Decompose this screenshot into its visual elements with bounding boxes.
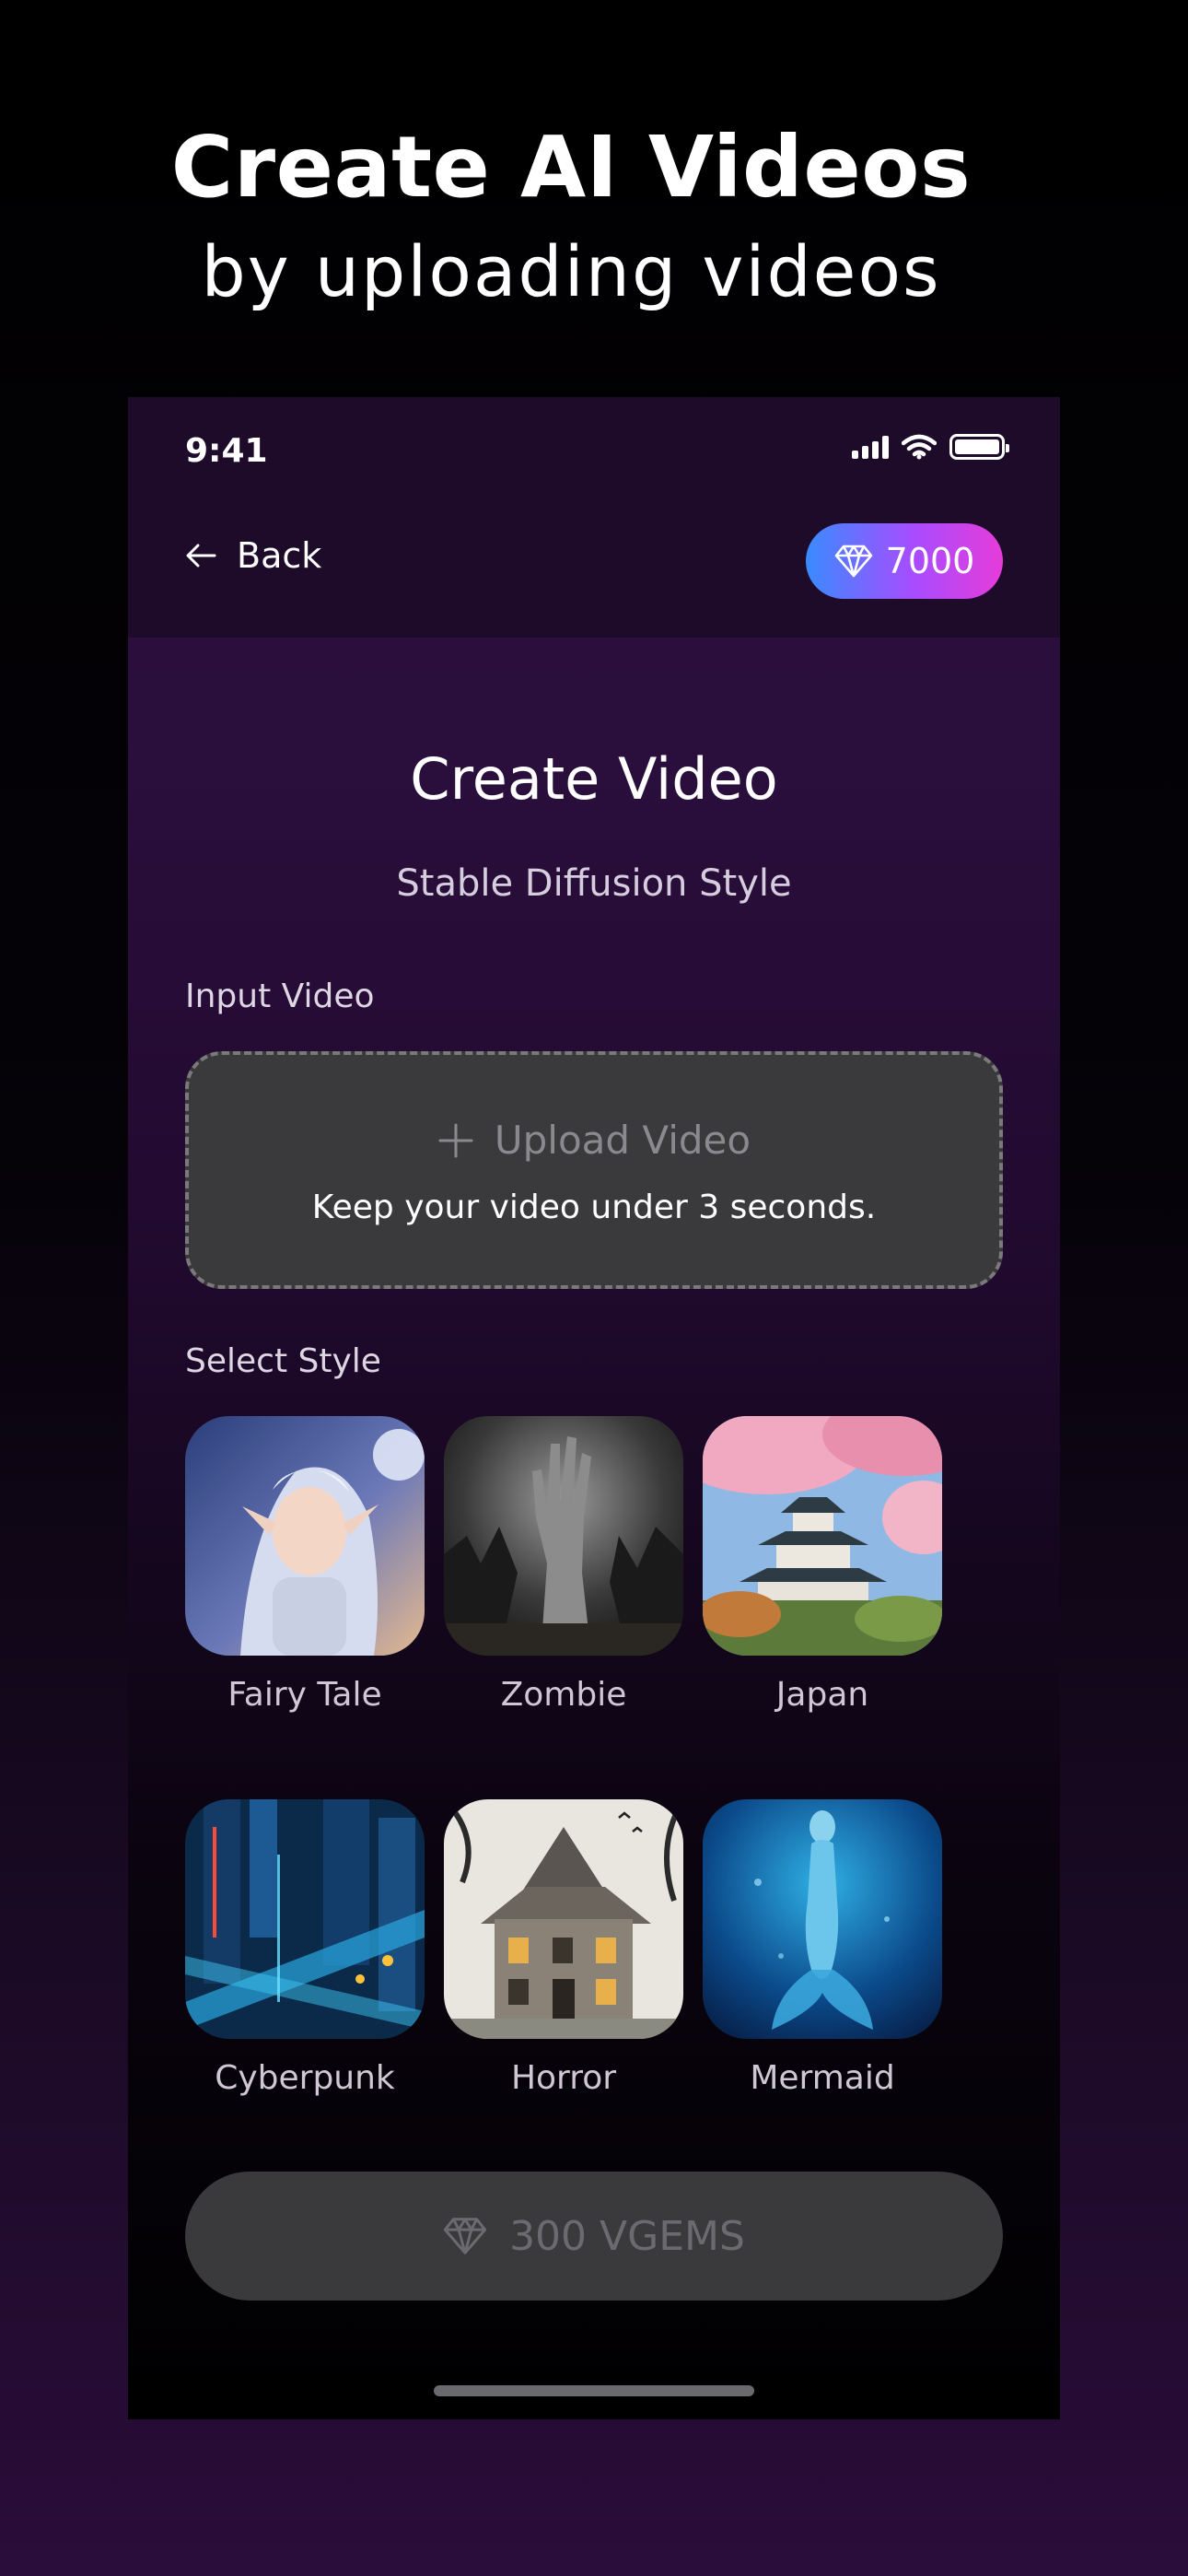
style-label: Zombie	[500, 1676, 627, 1714]
promo-subtitle: by uploading videos	[201, 230, 941, 312]
style-card-mermaid[interactable]: Mermaid	[703, 1799, 942, 2097]
style-label: Japan	[775, 1676, 869, 1714]
style-label: Horror	[510, 2059, 617, 2097]
plus-icon	[438, 1123, 473, 1157]
status-icons	[852, 434, 1009, 460]
input-video-label: Input Video	[185, 978, 375, 1015]
status-time: 9:41	[185, 432, 268, 470]
wifi-icon	[902, 434, 937, 460]
page-subtitle: Stable Diffusion Style	[396, 862, 792, 905]
back-button[interactable]: Back	[185, 535, 321, 576]
diamond-icon	[443, 2218, 487, 2254]
home-indicator[interactable]	[434, 2385, 754, 2396]
upload-video-dropzone[interactable]: Upload Video Keep your video under 3 sec…	[185, 1051, 1003, 1289]
promo-title: Create AI Videos	[170, 118, 972, 217]
style-label: Fairy Tale	[227, 1676, 382, 1714]
cellular-signal-icon	[852, 435, 889, 459]
style-label: Mermaid	[750, 2059, 895, 2097]
upload-video-button[interactable]: Upload Video	[189, 1118, 999, 1163]
arrow-left-icon	[186, 544, 216, 568]
style-card-fairy-tale[interactable]: Fairy Tale	[185, 1416, 425, 1714]
back-label: Back	[237, 535, 322, 576]
gems-balance-value: 7000	[885, 541, 975, 581]
style-thumbnail-horror	[444, 1799, 683, 2039]
select-style-label: Select Style	[185, 1342, 381, 1380]
style-label: Cyberpunk	[215, 2059, 395, 2097]
style-thumbnail-mermaid	[703, 1799, 942, 2039]
style-thumbnail-fairy-tale	[185, 1416, 425, 1656]
upload-video-label: Upload Video	[494, 1118, 751, 1163]
style-thumbnail-japan	[703, 1416, 942, 1656]
style-thumbnail-zombie	[444, 1416, 683, 1656]
gems-balance-badge[interactable]: 7000	[806, 523, 1003, 599]
battery-icon	[949, 434, 1009, 460]
diamond-icon	[834, 544, 872, 578]
generate-button-label: 300 VGEMS	[509, 2212, 745, 2260]
style-card-japan[interactable]: Japan	[703, 1416, 942, 1714]
style-card-cyberpunk[interactable]: Cyberpunk	[185, 1799, 425, 2097]
style-thumbnail-cyberpunk	[185, 1799, 425, 2039]
generate-button[interactable]: 300 VGEMS	[185, 2172, 1003, 2301]
upload-hint: Keep your video under 3 seconds.	[311, 1188, 877, 1226]
page-title: Create Video	[410, 745, 778, 813]
style-card-horror[interactable]: Horror	[444, 1799, 683, 2097]
style-card-zombie[interactable]: Zombie	[444, 1416, 683, 1714]
phone-screen: 9:41 Back 7000 Create Video Stable Diffu…	[128, 397, 1060, 2419]
